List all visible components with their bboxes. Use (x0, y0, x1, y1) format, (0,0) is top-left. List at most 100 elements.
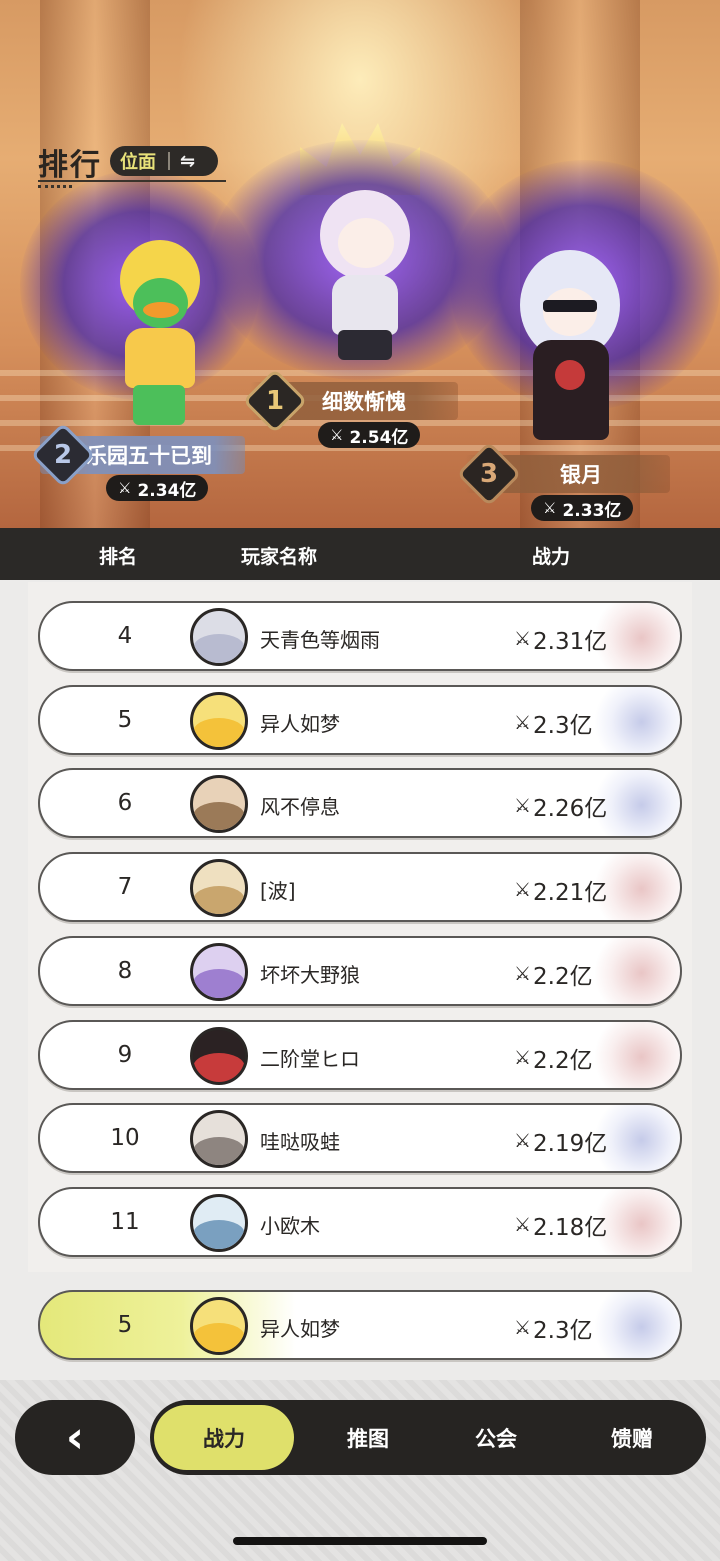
sword-icon: ⚔ (118, 479, 132, 497)
table-row[interactable]: 9 二阶堂ヒロ ⚔ 2.2亿 (38, 1019, 682, 1090)
character-face (338, 218, 394, 268)
row-rank: 7 (117, 874, 133, 901)
sword-icon: ⚔ (514, 711, 532, 734)
rank-badge-number: 2 (53, 440, 73, 470)
table-row[interactable]: 11 小欧木 ⚔ 2.18亿 (38, 1186, 682, 1257)
sword-icon: ⚔ (514, 1130, 532, 1153)
row-player-name: 二阶堂ヒロ (260, 1046, 360, 1071)
row-rank: 8 (117, 957, 133, 984)
row-rank: 5 (117, 706, 133, 733)
row-rank: 9 (117, 1041, 133, 1068)
row-player-name: 异人如梦 (260, 711, 340, 736)
row-power: ⚔ 2.2亿 (514, 957, 593, 991)
podium-power-1: ⚔ 2.54亿 (318, 422, 421, 448)
row-power: ⚔ 2.18亿 (514, 1208, 607, 1242)
avatar[interactable] (190, 608, 248, 666)
tab-label: 推图 (347, 1426, 389, 1451)
row-power-value: 2.31亿 (533, 629, 608, 655)
home-indicator[interactable] (233, 1537, 487, 1545)
avatar[interactable] (190, 1297, 248, 1355)
tab-label: 战力 (203, 1426, 245, 1451)
tab-guild[interactable]: 公会 (428, 1400, 564, 1475)
blindfold (543, 300, 597, 312)
avatar[interactable] (190, 691, 248, 750)
swap-icon: ⇋ (180, 150, 196, 172)
tab-stage-progress[interactable]: 推图 (300, 1400, 436, 1475)
sword-icon: ⚔ (514, 1317, 532, 1339)
podium-character-2[interactable] (105, 240, 215, 430)
table-row[interactable]: 8 坏坏大野狼 ⚔ 2.2亿 (38, 935, 682, 1006)
row-rank: 6 (117, 790, 133, 817)
sword-icon: ⚔ (543, 499, 557, 517)
page-title: 排行 (38, 148, 102, 183)
title-dots (38, 185, 72, 188)
character-body (533, 340, 609, 440)
character-body (125, 328, 195, 388)
column-header-rank: 排名 (99, 546, 138, 568)
row-player-name: [波] (260, 879, 296, 904)
character-body (332, 275, 398, 335)
row-power: ⚔ 2.19亿 (514, 1124, 607, 1158)
avatar[interactable] (190, 1110, 248, 1169)
row-power: ⚔ 2.2亿 (514, 1041, 593, 1075)
character-legs (133, 385, 185, 425)
table-row[interactable]: 7 [波] ⚔ 2.21亿 (38, 852, 682, 923)
sword-icon: ⚔ (514, 795, 532, 818)
podium-section: 排行 位面 ⇋ 细数惭愧 1 ⚔ 2.54亿 乐园五十已到 2 ⚔ 2.34亿 … (0, 0, 720, 528)
row-rank: 10 (110, 1125, 140, 1152)
podium-power-value-2: 2.34亿 (137, 480, 197, 501)
row-player-name: 风不停息 (260, 795, 340, 820)
podium-name-2: 乐园五十已到 (86, 444, 212, 468)
sword-icon: ⚔ (330, 426, 344, 444)
my-power-value: 2.3亿 (533, 1318, 593, 1344)
character-face (543, 288, 597, 336)
podium-power-3: ⚔ 2.33亿 (531, 495, 634, 521)
scope-label: 位面 (120, 152, 156, 173)
character-skirt (338, 330, 392, 360)
table-row[interactable]: 6 风不停息 ⚔ 2.26亿 (38, 768, 682, 839)
tab-power[interactable]: 战力 (154, 1405, 294, 1470)
podium-name-3: 银月 (560, 463, 602, 487)
my-player-name: 异人如梦 (260, 1317, 340, 1341)
row-player-name: 哇哒吸蛙 (260, 1130, 340, 1155)
character-ornament (555, 360, 585, 390)
my-rank-number: 5 (117, 1312, 133, 1338)
avatar[interactable] (190, 1193, 248, 1252)
table-row[interactable]: 10 哇哒吸蛙 ⚔ 2.19亿 (38, 1103, 682, 1174)
row-emblem-decoration (584, 1292, 680, 1358)
avatar[interactable] (190, 1026, 248, 1085)
title-underline (38, 180, 226, 182)
divider (168, 152, 170, 170)
table-row[interactable]: 4 天青色等烟雨 ⚔ 2.31亿 (38, 601, 682, 671)
my-rank-row[interactable]: 5 异人如梦 ⚔ 2.3亿 (38, 1290, 682, 1360)
row-power: ⚔ 2.31亿 (514, 622, 607, 656)
scope-toggle-button[interactable]: 位面 ⇋ (110, 146, 218, 176)
podium-power-value-3: 2.33亿 (562, 500, 622, 521)
row-rank: 4 (117, 623, 133, 649)
avatar[interactable] (190, 859, 248, 918)
sword-icon: ⚔ (514, 879, 532, 902)
avatar[interactable] (190, 942, 248, 1001)
tab-gifts[interactable]: 馈赠 (564, 1400, 700, 1475)
podium-character-3[interactable] (495, 220, 645, 455)
back-arrow-icon: ‹ (65, 1412, 85, 1463)
duck-beak (143, 302, 179, 318)
rank-badge-number: 1 (265, 386, 285, 416)
ranking-tab-bar: 战力 推图 公会 馈赠 (150, 1400, 706, 1475)
row-power: ⚔ 2.3亿 (514, 706, 593, 740)
my-power: ⚔ 2.3亿 (514, 1311, 593, 1345)
row-player-name: 小欧木 (260, 1213, 320, 1238)
sword-icon: ⚔ (514, 962, 532, 985)
podium-character-1[interactable] (310, 180, 420, 380)
row-power: ⚔ 2.21亿 (514, 873, 607, 907)
sword-icon: ⚔ (514, 1046, 532, 1069)
row-emblem-decoration (584, 1021, 680, 1088)
row-power-value: 2.19亿 (533, 1131, 608, 1158)
column-header-player-name: 玩家名称 (241, 546, 318, 568)
sword-icon: ⚔ (514, 628, 532, 650)
podium-power-value-1: 2.54亿 (349, 427, 409, 448)
back-button[interactable]: ‹ (15, 1400, 135, 1475)
avatar[interactable] (190, 775, 248, 834)
row-player-name: 坏坏大野狼 (260, 962, 360, 987)
table-row[interactable]: 5 异人如梦 ⚔ 2.3亿 (38, 684, 682, 755)
